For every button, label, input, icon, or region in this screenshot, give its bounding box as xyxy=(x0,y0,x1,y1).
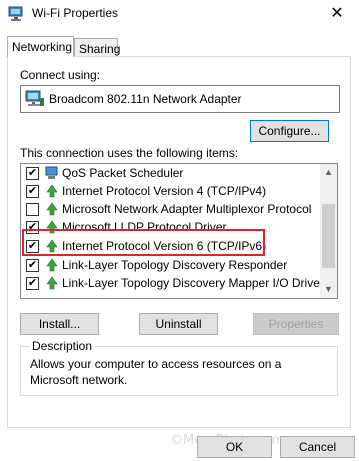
uninstall-button[interactable]: Uninstall xyxy=(139,313,218,335)
list-item[interactable]: ✔ Internet Protocol Version 6 (TCP/IPv6) xyxy=(21,238,321,255)
protocol-icon xyxy=(46,258,58,272)
item-label: Link-Layer Topology Discovery Responder xyxy=(62,258,288,272)
configure-button[interactable]: Configure... xyxy=(250,120,329,142)
checkbox-qos[interactable]: ✔ xyxy=(26,167,39,180)
tab-sharing[interactable]: Sharing xyxy=(74,38,120,57)
scroll-down-icon[interactable]: ▼ xyxy=(320,281,337,298)
description-text: Allows your computer to access resources… xyxy=(30,357,282,387)
adapter-name: Broadcom 802.11n Network Adapter xyxy=(49,92,242,106)
checkbox-lltd-mapper[interactable]: ✔ xyxy=(26,277,39,290)
items-list[interactable]: ✔ QoS Packet Scheduler ✔ Internet Protoc… xyxy=(20,163,338,299)
checkbox-lldp[interactable]: ✔ xyxy=(26,221,39,234)
protocol-icon xyxy=(46,202,58,216)
tab-networking[interactable]: Networking xyxy=(7,36,74,57)
properties-button[interactable]: Properties xyxy=(253,313,339,335)
protocol-icon xyxy=(46,276,58,290)
list-item[interactable]: Microsoft Network Adapter Multiplexor Pr… xyxy=(21,201,321,218)
items-label: This connection uses the following items… xyxy=(20,146,239,160)
wifi-adapter-icon xyxy=(8,6,23,21)
item-label: QoS Packet Scheduler xyxy=(62,166,184,180)
list-item[interactable]: ✔ QoS Packet Scheduler xyxy=(21,165,321,182)
item-label: Link-Layer Topology Discovery Mapper I/O… xyxy=(62,276,324,290)
qos-icon xyxy=(45,166,58,179)
item-label: Internet Protocol Version 4 (TCP/IPv4) xyxy=(62,184,267,198)
checkbox-ipv6[interactable]: ✔ xyxy=(26,240,39,253)
list-scrollbar[interactable]: ▲ ▼ xyxy=(320,164,337,298)
protocol-icon xyxy=(46,220,58,234)
list-item[interactable]: ✔ Link-Layer Topology Discovery Mapper I… xyxy=(21,275,324,292)
protocol-icon xyxy=(46,239,58,253)
item-label: Microsoft Network Adapter Multiplexor Pr… xyxy=(62,202,312,216)
network-adapter-icon xyxy=(25,90,44,106)
item-label: Microsoft LLDP Protocol Driver xyxy=(62,220,227,234)
connect-using-label: Connect using: xyxy=(20,68,101,82)
list-item[interactable]: ✔ Microsoft LLDP Protocol Driver xyxy=(21,219,321,236)
close-button[interactable]: ✕ xyxy=(315,0,359,30)
protocol-icon xyxy=(46,184,58,198)
scroll-up-icon[interactable]: ▲ xyxy=(320,164,337,181)
list-item[interactable]: ✔ Internet Protocol Version 4 (TCP/IPv4) xyxy=(21,183,321,200)
list-item[interactable]: ✔ Link-Layer Topology Discovery Responde… xyxy=(21,257,321,274)
window-title: Wi-Fi Properties xyxy=(32,6,119,20)
checkbox-ipv4[interactable]: ✔ xyxy=(26,185,39,198)
install-button[interactable]: Install... xyxy=(20,313,99,335)
title-bar: Wi-Fi Properties ✕ xyxy=(0,0,359,30)
cancel-button[interactable]: Cancel xyxy=(280,436,355,458)
checkbox-lltd-responder[interactable]: ✔ xyxy=(26,259,39,272)
item-label: Internet Protocol Version 6 (TCP/IPv6) xyxy=(62,239,267,253)
checkbox-multiplexor[interactable] xyxy=(26,203,39,216)
adapter-field: Broadcom 802.11n Network Adapter xyxy=(20,85,340,113)
ok-button[interactable]: OK xyxy=(197,436,272,458)
scroll-thumb[interactable] xyxy=(322,204,335,268)
description-legend: Description xyxy=(30,339,95,353)
